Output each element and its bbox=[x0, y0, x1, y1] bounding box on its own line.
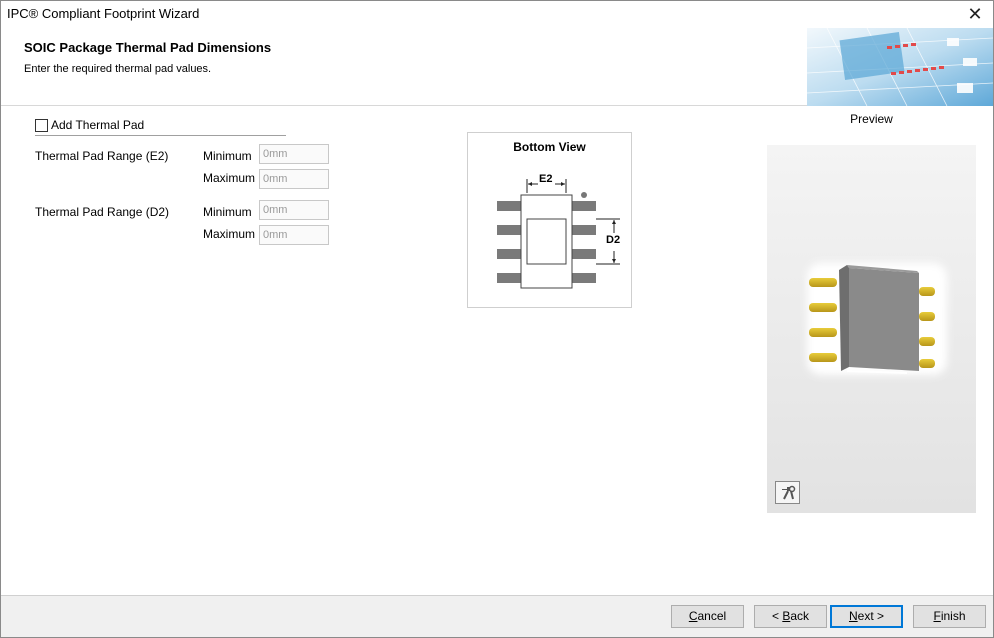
pad-right-2 bbox=[572, 225, 596, 235]
e2-min-label: Minimum bbox=[203, 149, 252, 163]
wizard-content: Add Thermal Pad Thermal Pad Range (E2) M… bbox=[1, 107, 993, 595]
close-icon[interactable]: ✕ bbox=[963, 3, 987, 25]
package-front-face bbox=[849, 268, 919, 371]
wizard-window: IPC® Compliant Footprint Wizard ✕ SOIC P… bbox=[0, 0, 994, 638]
bottom-view-title: Bottom View bbox=[513, 140, 586, 154]
wizard-footer: Cancel < Back Next > Finish bbox=[1, 595, 993, 637]
preview-3d-viewport[interactable] bbox=[767, 145, 976, 513]
e2-max-label: Maximum bbox=[203, 171, 256, 185]
wizard-header: SOIC Package Thermal Pad Dimensions Ente… bbox=[1, 28, 993, 106]
e2-dimension-label: E2 bbox=[539, 173, 553, 185]
add-thermal-pad-label: Add Thermal Pad bbox=[51, 118, 145, 132]
pad-left-3 bbox=[497, 249, 521, 259]
section-divider bbox=[35, 135, 286, 136]
lead-right-4 bbox=[919, 359, 935, 368]
pad-right-4 bbox=[572, 273, 596, 283]
header-banner-image bbox=[807, 28, 993, 106]
page-subtitle: Enter the required thermal pad values. bbox=[24, 63, 212, 75]
d2-max-input[interactable] bbox=[259, 225, 329, 245]
lead-left-2 bbox=[809, 303, 837, 312]
preview-settings-button[interactable] bbox=[775, 481, 800, 504]
pcb-banner-graphic bbox=[807, 28, 993, 106]
pad-left-1 bbox=[497, 201, 521, 211]
pad-right-3 bbox=[572, 249, 596, 259]
back-button[interactable]: < Back bbox=[754, 605, 827, 628]
lead-left-1 bbox=[809, 278, 837, 287]
lead-right-2 bbox=[919, 312, 935, 321]
title-bar: IPC® Compliant Footprint Wizard ✕ bbox=[1, 1, 993, 28]
lead-right-3 bbox=[919, 337, 935, 346]
e2-range-label: Thermal Pad Range (E2) bbox=[35, 149, 169, 163]
e2-max-input[interactable] bbox=[259, 169, 329, 189]
next-button[interactable]: Next > bbox=[830, 605, 903, 628]
pad-right-1 bbox=[572, 201, 596, 211]
preview-label: Preview bbox=[850, 112, 893, 126]
hammer-wrench-icon bbox=[781, 485, 795, 499]
page-title: SOIC Package Thermal Pad Dimensions bbox=[24, 40, 272, 55]
next-accelerator: N bbox=[848, 609, 858, 623]
bottom-view-diagram: Bottom View E2 D2 bbox=[467, 132, 632, 308]
pad-left-4 bbox=[497, 273, 521, 283]
soic-3d-model bbox=[807, 263, 947, 375]
d2-max-label: Maximum bbox=[203, 227, 256, 241]
finish-button[interactable]: Finish bbox=[913, 605, 986, 628]
d2-range-label: Thermal Pad Range (D2) bbox=[35, 205, 170, 219]
lead-left-3 bbox=[809, 328, 837, 337]
add-thermal-pad-checkbox[interactable] bbox=[35, 118, 48, 132]
d2-min-label: Minimum bbox=[203, 205, 252, 219]
d2-dimension-label: D2 bbox=[606, 234, 621, 246]
cancel-button[interactable]: Cancel bbox=[671, 605, 744, 628]
pin1-marker bbox=[581, 192, 587, 198]
d2-min-input[interactable] bbox=[259, 200, 329, 220]
lead-left-4 bbox=[809, 353, 837, 362]
add-thermal-pad-row[interactable]: Add Thermal Pad bbox=[35, 118, 144, 132]
finish-accelerator: F bbox=[933, 609, 941, 623]
lead-right-1 bbox=[919, 287, 935, 296]
package-body bbox=[520, 194, 573, 289]
pad-left-2 bbox=[497, 225, 521, 235]
window-title: IPC® Compliant Footprint Wizard bbox=[7, 6, 200, 21]
e2-min-input[interactable] bbox=[259, 144, 329, 164]
